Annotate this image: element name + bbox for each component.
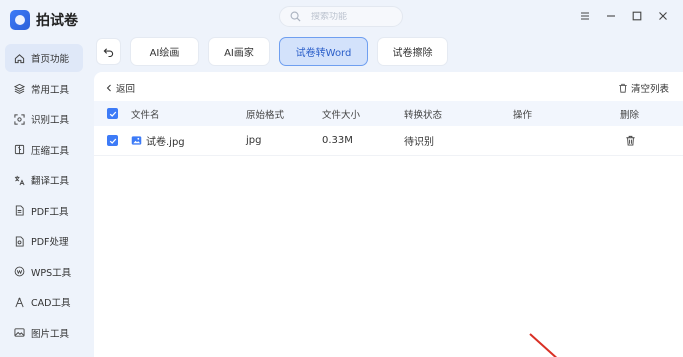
sidebar-item-image-tools[interactable]: 图片工具 bbox=[5, 319, 83, 347]
chevron-left-icon bbox=[106, 84, 112, 92]
sidebar-item-label: 翻译工具 bbox=[31, 176, 70, 187]
delete-row-button[interactable] bbox=[625, 126, 636, 155]
file-name: 试卷.jpg bbox=[146, 137, 185, 148]
tab-ai-painting[interactable]: AI绘画 bbox=[130, 37, 199, 66]
check-icon bbox=[109, 138, 116, 144]
sidebar-item-cad-tools[interactable]: CAD工具 bbox=[5, 288, 83, 316]
table-header: 文件名 原始格式 文件大小 转换状态 操作 删除 bbox=[94, 101, 683, 126]
cad-icon bbox=[14, 297, 25, 308]
file-format: jpg bbox=[246, 135, 262, 146]
search-input[interactable] bbox=[311, 11, 381, 22]
clear-list-label: 清空列表 bbox=[630, 84, 669, 95]
back-label: 返回 bbox=[116, 84, 136, 95]
clear-list-button[interactable]: 清空列表 bbox=[618, 81, 669, 95]
translate-icon bbox=[14, 175, 25, 186]
app-name: 拍试卷 bbox=[36, 13, 78, 29]
sidebar-item-label: 首页功能 bbox=[31, 54, 70, 65]
row-checkbox[interactable] bbox=[107, 135, 118, 146]
select-all-cell bbox=[107, 101, 118, 126]
pdf-process-icon bbox=[14, 235, 25, 247]
window-controls bbox=[579, 10, 669, 22]
search-icon bbox=[290, 11, 301, 22]
header-size: 文件大小 bbox=[322, 109, 361, 121]
close-icon[interactable] bbox=[657, 10, 669, 22]
sidebar-item-label: CAD工具 bbox=[31, 298, 71, 309]
file-size: 0.33M bbox=[322, 135, 353, 146]
sidebar-item-common-tools[interactable]: 常用工具 bbox=[5, 75, 83, 103]
sidebar: 拍试卷 首页功能 常用工具 识别工具 压缩工具 翻译工具 PDF工具 PDF处理… bbox=[0, 0, 87, 357]
app-logo-icon bbox=[10, 10, 30, 30]
sidebar-item-label: 常用工具 bbox=[31, 84, 70, 96]
trash-icon bbox=[618, 83, 628, 93]
minimize-icon[interactable] bbox=[605, 10, 617, 22]
file-table: 文件名 原始格式 文件大小 转换状态 操作 删除 试卷.jpg jpg 0.33… bbox=[94, 101, 683, 156]
sidebar-item-pdf-tools[interactable]: PDF工具 bbox=[5, 197, 83, 225]
sidebar-item-home[interactable]: 首页功能 bbox=[5, 44, 83, 72]
file-name-cell: 试卷.jpg bbox=[131, 126, 185, 155]
maximize-icon[interactable] bbox=[631, 10, 643, 22]
wps-icon bbox=[14, 266, 25, 277]
sidebar-item-label: PDF处理 bbox=[31, 237, 69, 248]
tab-exam-to-word[interactable]: 试卷转Word bbox=[279, 37, 368, 66]
menu-icon[interactable] bbox=[579, 10, 591, 22]
sidebar-item-label: PDF工具 bbox=[31, 206, 69, 218]
row-select-cell bbox=[107, 126, 118, 155]
sidebar-item-label: 压缩工具 bbox=[31, 145, 70, 157]
select-all-checkbox[interactable] bbox=[107, 108, 118, 119]
header-filename: 文件名 bbox=[131, 109, 160, 121]
header-status: 转换状态 bbox=[404, 109, 443, 121]
sidebar-item-label: 图片工具 bbox=[31, 328, 70, 340]
header-format: 原始格式 bbox=[246, 109, 285, 121]
check-icon bbox=[109, 111, 116, 117]
app-logo: 拍试卷 bbox=[10, 8, 78, 32]
tab-bar: AI绘画 AI画家 试卷转Word 试卷擦除 bbox=[96, 37, 448, 66]
sidebar-item-recognition-tools[interactable]: 识别工具 bbox=[5, 105, 83, 133]
sidebar-item-wps-tools[interactable]: WPS工具 bbox=[5, 258, 83, 286]
sidebar-item-compress-tools[interactable]: 压缩工具 bbox=[5, 136, 83, 164]
sidebar-item-pdf-process[interactable]: PDF处理 bbox=[5, 227, 83, 255]
layers-icon bbox=[14, 83, 25, 94]
back-link[interactable]: 返回 bbox=[106, 81, 135, 95]
undo-icon bbox=[103, 46, 114, 57]
home-icon bbox=[14, 53, 25, 64]
image-icon bbox=[14, 327, 25, 338]
undo-button[interactable] bbox=[96, 38, 121, 65]
image-file-icon bbox=[131, 135, 142, 146]
pdf-icon bbox=[14, 205, 25, 216]
header-actions: 操作 bbox=[513, 109, 533, 121]
sidebar-item-translate-tools[interactable]: 翻译工具 bbox=[5, 166, 83, 194]
sidebar-nav: 首页功能 常用工具 识别工具 压缩工具 翻译工具 PDF工具 PDF处理 WPS… bbox=[5, 44, 83, 349]
search-bar[interactable] bbox=[279, 6, 403, 27]
file-status: 待识别 bbox=[404, 137, 434, 148]
header-delete: 删除 bbox=[620, 109, 640, 121]
table-row: 试卷.jpg jpg 0.33M 待识别 bbox=[94, 126, 683, 156]
compress-icon bbox=[14, 144, 25, 155]
sidebar-item-label: WPS工具 bbox=[31, 267, 72, 279]
panel-header: 返回 清空列表 bbox=[94, 72, 683, 100]
content-panel: 返回 清空列表 文件名 原始格式 文件大小 转换状态 操作 删除 试卷.jpg … bbox=[94, 72, 683, 357]
tab-exam-erase[interactable]: 试卷擦除 bbox=[377, 37, 448, 66]
sidebar-item-label: 识别工具 bbox=[31, 115, 70, 126]
scan-icon bbox=[14, 113, 25, 125]
trash-icon bbox=[625, 135, 636, 146]
tab-ai-painter[interactable]: AI画家 bbox=[208, 37, 270, 66]
